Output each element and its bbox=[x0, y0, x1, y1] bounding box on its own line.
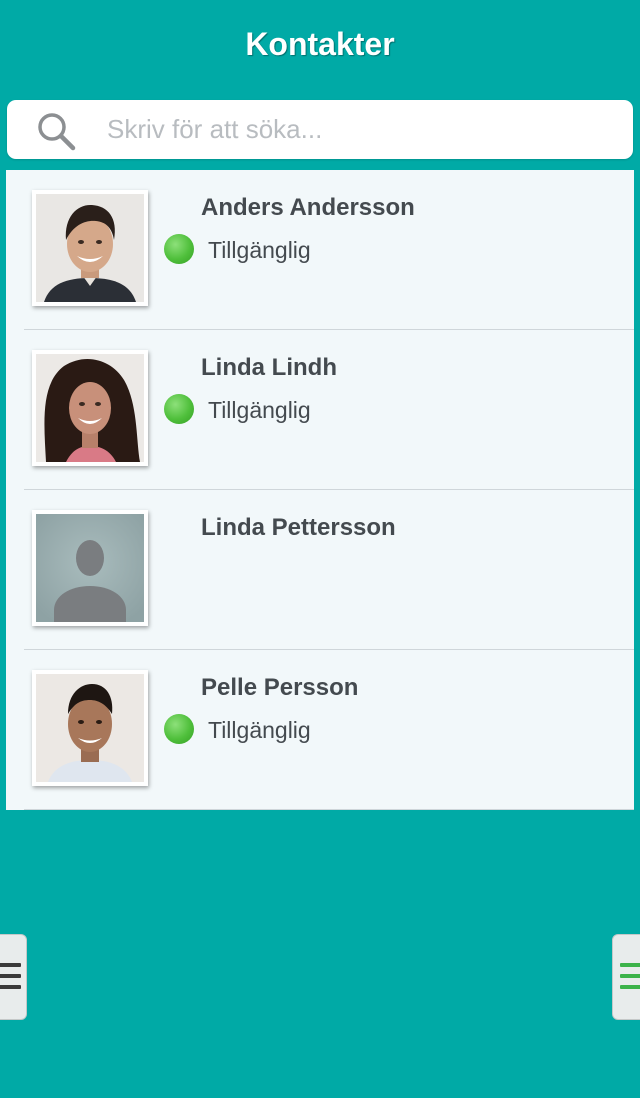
contact-row[interactable]: Linda Pettersson bbox=[6, 490, 634, 650]
contact-name: Anders Andersson bbox=[201, 194, 415, 221]
contact-status: Tillgänglig bbox=[208, 717, 311, 743]
status-available-icon bbox=[164, 394, 194, 424]
divider bbox=[24, 809, 634, 810]
avatar-photo bbox=[36, 354, 144, 462]
search-bar[interactable] bbox=[7, 100, 633, 159]
search-icon bbox=[38, 113, 76, 151]
hamburger-menu-icon bbox=[620, 963, 640, 996]
contact-name: Linda Pettersson bbox=[201, 514, 396, 541]
page-title: Kontakter bbox=[245, 26, 395, 62]
status-available-icon bbox=[164, 234, 194, 264]
left-menu-button[interactable] bbox=[0, 934, 27, 1020]
hamburger-menu-icon bbox=[0, 963, 21, 996]
contact-name: Pelle Persson bbox=[201, 674, 359, 701]
avatar-photo bbox=[36, 674, 144, 782]
avatar bbox=[32, 350, 148, 466]
right-menu-button[interactable] bbox=[612, 934, 640, 1020]
search-input[interactable] bbox=[107, 100, 607, 159]
avatar-placeholder-icon bbox=[36, 514, 144, 622]
avatar-photo bbox=[36, 194, 144, 302]
status-available-icon bbox=[164, 714, 194, 744]
contact-row[interactable]: Anders Andersson Tillgänglig bbox=[6, 170, 634, 330]
avatar bbox=[32, 190, 148, 306]
contact-name: Linda Lindh bbox=[201, 354, 337, 381]
contact-row[interactable]: Linda Lindh Tillgänglig bbox=[6, 330, 634, 490]
contact-status: Tillgänglig bbox=[208, 237, 311, 263]
avatar bbox=[32, 670, 148, 786]
contact-row[interactable]: Pelle Persson Tillgänglig bbox=[6, 650, 634, 810]
contact-list: Anders Andersson Tillgänglig Linda Lindh… bbox=[6, 170, 634, 810]
avatar bbox=[32, 510, 148, 626]
contact-status: Tillgänglig bbox=[208, 397, 311, 423]
